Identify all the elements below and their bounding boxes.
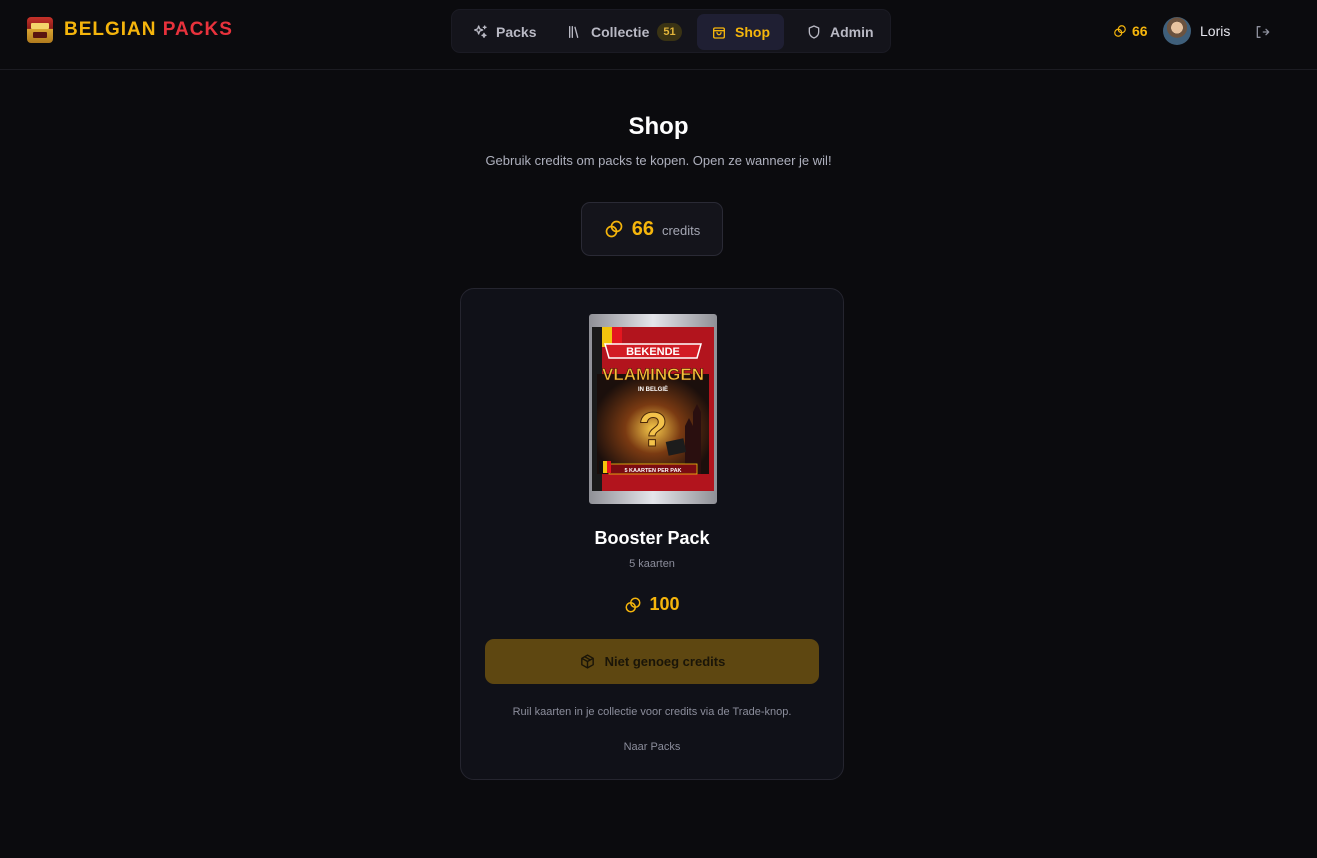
pack-subtitle-text: IN BELGIË <box>638 386 668 393</box>
library-icon <box>569 26 579 38</box>
username[interactable]: Loris <box>1200 23 1230 39</box>
svg-text:?: ? <box>638 404 667 457</box>
coins-icon <box>625 597 641 612</box>
nav-item-packs[interactable]: Packs <box>458 14 550 50</box>
brand-name-part2: PACKS <box>162 19 233 40</box>
nav-item-admin[interactable]: Admin <box>792 14 888 50</box>
collection-count-badge: 51 <box>657 23 682 41</box>
avatar[interactable] <box>1163 17 1191 45</box>
nav-item-collectie[interactable]: Collectie 51 <box>553 14 696 50</box>
nav-item-label: Packs <box>496 24 537 40</box>
nav-item-shop[interactable]: Shop <box>697 14 784 50</box>
sparkles-icon <box>474 25 487 38</box>
logout-icon[interactable] <box>1254 24 1270 40</box>
pack-banner-text: BEKENDE <box>626 346 680 358</box>
product-card: BEKENDE VLAMINGEN IN BELGIË ? 5 KAARTEN … <box>460 288 844 780</box>
brand-logo <box>27 17 53 43</box>
header-credits-value: 66 <box>1132 23 1148 39</box>
nav-item-label: Admin <box>830 24 874 40</box>
header-credits: 66 <box>1113 17 1148 45</box>
pack-footer-text: 5 KAARTEN PER PAK <box>624 468 681 474</box>
credit-balance-label: credits <box>661 222 701 238</box>
nav-item-label: Collectie <box>591 24 650 40</box>
package-icon <box>580 654 594 669</box>
credit-balance: 66 credits <box>581 202 723 256</box>
shopping-bag-icon <box>713 27 725 39</box>
page-subtitle: Gebruik credits om packs te kopen. Open … <box>485 153 832 168</box>
top-bar: BELGIAN PACKS Packs Collectie 51 Shop Ad… <box>0 0 1317 70</box>
shield-icon <box>808 25 820 39</box>
brand-name-part1: BELGIAN <box>64 19 157 40</box>
booster-pack-image: BEKENDE VLAMINGEN IN BELGIË ? 5 KAARTEN … <box>589 314 717 504</box>
main-nav: Packs Collectie 51 Shop Admin <box>451 9 891 53</box>
brand[interactable]: BELGIAN PACKS <box>27 17 233 43</box>
product-name: Booster Pack <box>594 528 710 548</box>
buy-pack-button-label: Niet genoeg credits <box>604 654 726 669</box>
product-price: 100 <box>461 594 843 615</box>
page-title: Shop <box>628 113 689 140</box>
nav-item-label: Shop <box>735 24 770 40</box>
coins-icon <box>605 220 623 238</box>
buy-pack-button[interactable]: Niet genoeg credits <box>485 639 819 684</box>
pack-title-text: VLAMINGEN <box>602 365 704 384</box>
credit-balance-value: 66 <box>631 217 654 240</box>
product-card-count: 5 kaarten <box>629 558 675 570</box>
product-price-value: 100 <box>649 594 680 614</box>
coins-icon <box>1114 25 1126 37</box>
brand-name: BELGIAN PACKS <box>64 19 233 41</box>
go-to-packs-link[interactable]: Naar Packs <box>461 741 843 753</box>
trade-hint: Ruil kaarten in je collectie voor credit… <box>512 706 792 718</box>
